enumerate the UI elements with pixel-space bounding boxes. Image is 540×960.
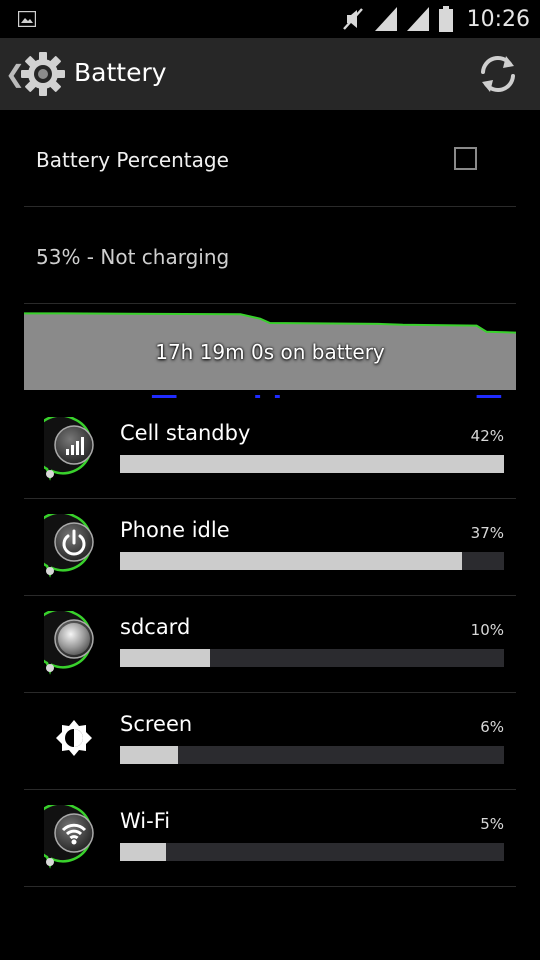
usage-percent: 10% [470,621,504,639]
battery-time-label: 17h 19m 0s on battery [155,340,385,364]
usage-name: sdcard [120,615,191,639]
usage-item[interactable]: Cell standby 42% [24,401,516,498]
battery-status-text: 53% - Not charging [36,245,230,269]
usage-bar-track [120,746,504,764]
usage-bar-fill [120,552,462,570]
battery-percentage-label: Battery Percentage [36,148,229,172]
divider [24,886,516,887]
usage-bar-track [120,455,504,473]
image-notification-icon [18,11,36,27]
usage-item[interactable]: Wi-Fi 5% [24,789,516,886]
battery-status-row: 53% - Not charging [24,207,516,303]
battery-percentage-checkbox[interactable] [454,147,477,170]
usage-bar-track [120,649,504,667]
usage-bar-track [120,843,504,861]
usage-name: Cell standby [120,421,251,445]
wifi-icon [30,802,104,869]
status-bar: 10:26 [0,0,540,38]
battery-icon [438,6,453,32]
settings-gear-icon[interactable] [19,50,67,98]
awake-marker [255,395,261,398]
usage-percent: 6% [480,718,504,736]
usage-percent: 42% [470,427,504,445]
usage-bar-fill [120,746,178,764]
action-bar: ❮ Battery [0,38,540,110]
mute-icon [342,8,363,30]
clock: 10:26 [466,6,530,32]
refresh-icon[interactable] [474,52,522,96]
usage-name: Wi-Fi [120,809,171,833]
usage-percent: 37% [470,524,504,542]
signal-icon [406,7,429,31]
awake-marker [274,395,280,398]
battery-history-graph[interactable]: 17h 19m 0s on battery [24,303,517,400]
usage-bar-fill [120,455,504,473]
battery-percentage-row[interactable]: Battery Percentage [24,110,516,206]
usage-name: Screen [120,712,193,736]
usage-item[interactable]: Screen 6% [24,692,516,789]
signal-icon [374,7,397,31]
usage-item[interactable]: Phone idle 37% [24,498,516,595]
power-icon [30,511,104,578]
usage-bar-fill [120,649,211,667]
page-title: Battery [74,58,167,87]
usage-bar-track [120,552,504,570]
awake-marker [476,395,502,398]
usage-item[interactable]: sdcard 10% [24,595,516,692]
brightness-icon [44,708,104,772]
usage-bar-fill [120,843,167,861]
cell-standby-icon [30,414,104,481]
sdcard-icon [30,608,104,675]
usage-percent: 5% [480,815,504,833]
usage-name: Phone idle [120,518,230,542]
awake-marker [151,395,177,398]
